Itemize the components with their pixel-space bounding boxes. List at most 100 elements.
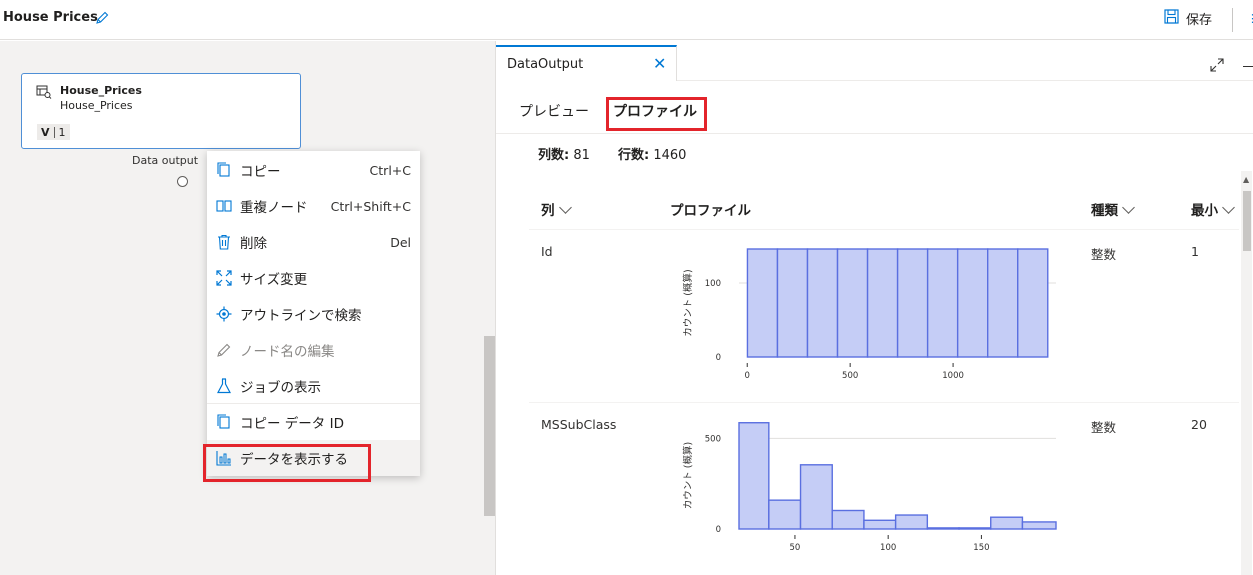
- histogram-bar: [831, 509, 865, 530]
- histogram-bar: [738, 422, 770, 530]
- expand-icon[interactable]: [1210, 57, 1224, 76]
- histogram-bar: [806, 248, 839, 358]
- header-label: プロファイル: [670, 203, 751, 219]
- subtab-preview[interactable]: プレビュー: [519, 101, 589, 121]
- chevron-down-icon: [558, 200, 572, 214]
- histogram-bar: [863, 519, 897, 530]
- tab-strip-divider: [677, 80, 1253, 81]
- column-count: 列数: 81: [538, 144, 590, 163]
- histogram-bar: [990, 516, 1024, 530]
- histogram-bar: [799, 464, 833, 530]
- menu-item-label: サイズ変更: [240, 272, 308, 288]
- top-bar: House Prices 保存 ⋮: [0, 0, 1253, 40]
- column-count-label: 列数:: [538, 148, 570, 163]
- menu-item-duplicate[interactable]: 重複ノード Ctrl+Shift+C: [207, 188, 420, 224]
- row-divider: [529, 402, 1239, 403]
- row-column-name: MSSubClass: [541, 417, 617, 432]
- version-number: 1: [58, 125, 66, 139]
- header-profile: プロファイル: [670, 199, 751, 219]
- subtab-divider: [496, 133, 1253, 134]
- close-icon[interactable]: ✕: [653, 56, 666, 72]
- menu-item-label: ジョブの表示: [240, 380, 321, 396]
- row-type: 整数: [1091, 247, 1117, 262]
- dataset-node[interactable]: House_Prices House_Prices V 1: [21, 73, 301, 187]
- dataset-icon: [36, 84, 52, 103]
- menu-item-shortcut: Ctrl+C: [369, 162, 411, 178]
- menu-item-view-job[interactable]: ジョブの表示: [207, 368, 420, 404]
- header-type[interactable]: 種類: [1091, 199, 1135, 219]
- y-axis-label: カウント (概算): [682, 269, 694, 336]
- menu-item-delete[interactable]: 削除 Del: [207, 224, 420, 260]
- menu-item-copy-data-id[interactable]: コピー データ ID: [207, 404, 420, 440]
- menu-item-copy[interactable]: コピー Ctrl+C: [207, 152, 420, 188]
- copy-data-icon: [216, 414, 232, 430]
- output-port[interactable]: [177, 176, 188, 187]
- x-tick-label: 100: [880, 543, 896, 553]
- header-column[interactable]: 列: [541, 199, 572, 219]
- row-min: 1: [1191, 244, 1199, 259]
- data-output-panel: DataOutput ✕ プレビュー プロファイル 列数: 81 行数: 146…: [495, 41, 1253, 575]
- pencil-icon[interactable]: [94, 10, 110, 30]
- chevron-down-icon: [1122, 200, 1135, 214]
- histogram-bar: [956, 248, 989, 358]
- node-subtitle: House_Prices: [60, 99, 133, 112]
- histogram-mssubclass: 0 500 50 100 150 カウント (概算): [682, 422, 1057, 553]
- row-column-name: Id: [541, 244, 553, 259]
- row-type: 整数: [1091, 420, 1117, 435]
- tab-data-output[interactable]: DataOutput ✕: [496, 45, 677, 81]
- x-tick-label: 0: [745, 371, 750, 381]
- row-count-value: 1460: [653, 148, 687, 163]
- minimize-icon[interactable]: [1243, 66, 1253, 67]
- more-icon[interactable]: ⋮: [1247, 12, 1253, 25]
- column-count-value: 81: [573, 148, 590, 163]
- header-divider: [529, 229, 1239, 230]
- histogram-bar: [1021, 521, 1057, 530]
- version-prefix: V: [41, 125, 50, 139]
- version-badge: V 1: [37, 124, 70, 140]
- histogram-bar: [958, 527, 992, 530]
- header-label: 種類: [1091, 203, 1118, 219]
- header-min[interactable]: 最小: [1191, 199, 1235, 219]
- histogram-bar: [1017, 248, 1049, 358]
- histogram-bar: [776, 248, 809, 358]
- histogram-bar: [894, 514, 929, 530]
- menu-item-resize[interactable]: サイズ変更: [207, 260, 420, 296]
- menu-item-label: コピー データ ID: [240, 416, 344, 432]
- y-tick-label: 0: [716, 353, 721, 363]
- row-min: 20: [1191, 417, 1207, 432]
- tab-label: DataOutput: [507, 57, 584, 72]
- menu-item-label: コピー: [240, 164, 281, 180]
- header-label: 列: [541, 203, 555, 219]
- chevron-down-icon: [1222, 200, 1235, 214]
- menu-item-rename-node[interactable]: ノード名の編集: [207, 332, 420, 368]
- row-count-label: 行数:: [618, 148, 650, 163]
- output-port-label: Data output: [132, 154, 199, 167]
- x-tick-label: 500: [842, 371, 858, 381]
- flask-icon: [216, 378, 232, 394]
- delete-icon: [216, 234, 232, 250]
- menu-item-label: 重複ノード: [240, 200, 308, 216]
- histogram-bar: [836, 248, 869, 358]
- table-scrollbar[interactable]: ▲: [1241, 171, 1252, 575]
- highlight-box-profile: [606, 97, 707, 131]
- histogram-bar: [987, 248, 1019, 358]
- pencil-icon: [216, 342, 232, 358]
- histogram-id: 01000 500 1000カウント (概算): [682, 248, 1056, 381]
- menu-item-label: 削除: [240, 236, 267, 252]
- menu-item-shortcut: Ctrl+Shift+C: [330, 198, 411, 214]
- duplicate-icon: [216, 198, 232, 214]
- y-tick-label: 500: [705, 434, 721, 444]
- x-tick-label: 1000: [942, 371, 964, 381]
- menu-item-locate-in-outline[interactable]: アウトラインで検索: [207, 296, 420, 332]
- menu-item-label: アウトラインで検索: [240, 308, 362, 324]
- scroll-up-icon[interactable]: ▲: [1243, 175, 1249, 184]
- toolbar-divider: [1232, 8, 1233, 32]
- histogram-bar: [896, 248, 929, 358]
- locate-icon: [216, 306, 232, 322]
- save-button[interactable]: 保存: [1164, 9, 1212, 28]
- node-title: House_Prices: [60, 84, 142, 97]
- scrollbar-thumb[interactable]: [1243, 191, 1251, 251]
- histogram-bar: [746, 248, 779, 358]
- canvas-scrollbar[interactable]: [484, 336, 495, 516]
- resize-icon: [216, 270, 232, 286]
